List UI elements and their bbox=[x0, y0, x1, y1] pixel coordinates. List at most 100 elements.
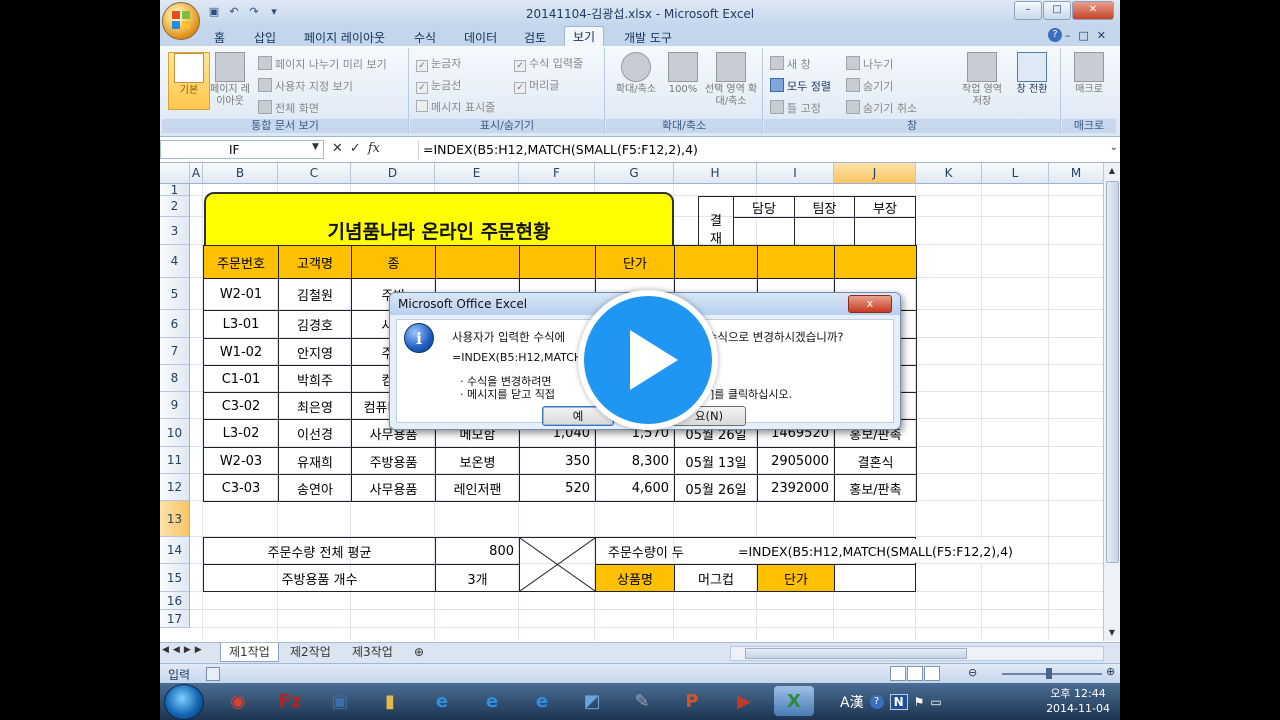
table-cell[interactable]: 홍보/판촉 bbox=[834, 474, 917, 502]
tab-insert[interactable]: 삽입 bbox=[246, 28, 284, 47]
table-cell[interactable]: 레인저팬 bbox=[435, 474, 520, 502]
table-cell[interactable]: 이선경 bbox=[278, 419, 352, 448]
count-label-cell[interactable]: 주방용품 개수 bbox=[203, 564, 436, 592]
minimize-button[interactable]: – bbox=[1014, 1, 1042, 20]
table-header-cell[interactable] bbox=[519, 245, 596, 279]
chevron-down-icon[interactable]: ▼ bbox=[312, 142, 319, 152]
row-header[interactable]: 13 bbox=[160, 501, 190, 537]
row-header[interactable]: 4 bbox=[160, 245, 190, 278]
zoom-slider-thumb[interactable] bbox=[1046, 668, 1052, 679]
approval-header[interactable]: 부장 bbox=[854, 196, 916, 218]
row-header[interactable]: 8 bbox=[160, 365, 190, 392]
table-cell[interactable]: 안지영 bbox=[278, 338, 352, 366]
column-header[interactable]: J bbox=[834, 163, 916, 184]
zoom-button[interactable]: 확대/축소 bbox=[610, 52, 662, 112]
table-cell[interactable]: 사무용품 bbox=[351, 474, 436, 502]
maximize-button[interactable]: □ bbox=[1043, 1, 1071, 20]
product-value-cell[interactable]: 머그컵 bbox=[674, 564, 758, 592]
chrome-icon[interactable]: ◉ bbox=[218, 686, 258, 716]
expand-formula-icon[interactable]: ⌄ bbox=[1110, 142, 1118, 153]
row-header[interactable]: 9 bbox=[160, 392, 190, 419]
column-header[interactable]: M bbox=[1049, 163, 1104, 184]
zoom-100-button[interactable]: 100% bbox=[664, 52, 702, 112]
insert-function-icon[interactable]: fx bbox=[368, 141, 380, 156]
monitor-icon[interactable]: ▣ bbox=[320, 686, 360, 716]
table-cell[interactable]: C3-03 bbox=[203, 474, 279, 502]
avg-label-cell[interactable]: 주문수량 전체 평균 bbox=[203, 537, 436, 565]
page-layout-icon[interactable] bbox=[907, 666, 923, 681]
table-cell[interactable]: 2392000 bbox=[757, 474, 835, 502]
table-cell[interactable]: 박희주 bbox=[278, 365, 352, 393]
formula-input[interactable]: =INDEX(B5:H12,MATCH(SMALL(F5:F12,2),4) bbox=[418, 140, 1106, 159]
help-tray-icon[interactable]: ? bbox=[869, 695, 884, 709]
close-button[interactable]: ✕ bbox=[1072, 1, 1114, 20]
table-cell[interactable]: 주방용품 bbox=[351, 447, 436, 475]
tab-data[interactable]: 데이터 bbox=[456, 28, 505, 47]
macros-button[interactable]: 매크로 bbox=[1068, 52, 1110, 112]
row-header[interactable]: 11 bbox=[160, 447, 190, 474]
column-header[interactable]: K bbox=[916, 163, 982, 184]
row-header[interactable]: 6 bbox=[160, 310, 190, 338]
video-play-button[interactable] bbox=[578, 290, 718, 430]
table-cell[interactable]: 2905000 bbox=[757, 447, 835, 475]
horizontal-scrollbar[interactable] bbox=[730, 646, 1104, 661]
price-value-cell[interactable] bbox=[834, 564, 916, 592]
headings-checkbox[interactable]: ✓ 머리글 bbox=[514, 78, 559, 94]
normal-view-icon[interactable] bbox=[890, 666, 906, 681]
table-cell[interactable]: 최은영 bbox=[278, 392, 352, 420]
tab-page-layout[interactable]: 페이지 레이아웃 bbox=[296, 28, 393, 47]
arrange-all-button[interactable]: 모두 정렬 bbox=[770, 78, 831, 94]
dialog-close-button[interactable]: x bbox=[848, 295, 892, 313]
powerpoint-icon[interactable]: P bbox=[672, 686, 712, 716]
enter-icon[interactable]: ✓ bbox=[350, 141, 368, 156]
freeze-panes-button[interactable]: 틀 고정 bbox=[770, 100, 821, 116]
table-cell[interactable]: L3-02 bbox=[203, 419, 279, 448]
h-scroll-thumb[interactable] bbox=[745, 648, 967, 659]
filezilla-icon[interactable]: Fz bbox=[270, 686, 310, 716]
cell-edit-formula[interactable]: =INDEX(B5:H12,MATCH(SMALL(F5:F12,2),4) bbox=[738, 539, 1028, 563]
start-button[interactable] bbox=[164, 684, 204, 720]
normal-view-button[interactable]: 기본 bbox=[168, 52, 210, 110]
sheet-nav-arrows[interactable]: ◀◀▶▶ bbox=[162, 645, 206, 655]
column-header[interactable]: H bbox=[674, 163, 757, 184]
row-header[interactable]: 15 bbox=[160, 564, 190, 592]
table-cell[interactable]: 8,300 bbox=[595, 447, 675, 475]
row-header[interactable]: 16 bbox=[160, 592, 190, 610]
table-header-cell[interactable] bbox=[757, 245, 835, 279]
table-cell[interactable]: 김철원 bbox=[278, 278, 352, 311]
table-cell[interactable]: 4,600 bbox=[595, 474, 675, 502]
scroll-down-icon[interactable]: ▼ bbox=[1104, 625, 1120, 641]
table-header-cell[interactable] bbox=[674, 245, 758, 279]
row-header[interactable]: 2 bbox=[160, 196, 190, 217]
column-header[interactable]: E bbox=[435, 163, 519, 184]
scroll-up-icon[interactable]: ▲ bbox=[1104, 163, 1120, 179]
macro-record-icon[interactable] bbox=[206, 667, 220, 681]
network-icon[interactable]: ▭ bbox=[930, 695, 941, 709]
row-header[interactable]: 1 bbox=[160, 183, 190, 197]
cancel-icon[interactable]: ✕ bbox=[332, 141, 350, 156]
window-icon[interactable]: ◩ bbox=[572, 686, 612, 716]
excel-icon[interactable]: X bbox=[774, 686, 814, 716]
column-header[interactable]: D bbox=[351, 163, 435, 184]
page-layout-view-button[interactable]: 페이지 레이아웃 bbox=[210, 52, 250, 108]
table-cell[interactable]: 결혼식 bbox=[834, 447, 917, 475]
table-header-cell[interactable]: 종 bbox=[351, 245, 436, 279]
zoom-slider[interactable] bbox=[1002, 673, 1102, 675]
message-bar-checkbox[interactable]: 메시지 표시줄 bbox=[416, 100, 495, 116]
table-cell[interactable]: C1-01 bbox=[203, 365, 279, 393]
page-break-preview-button[interactable]: 페이지 나누기 미리 보기 bbox=[258, 56, 387, 72]
ruler-checkbox[interactable]: ✓ 눈금자 bbox=[416, 56, 461, 72]
row-header[interactable]: 12 bbox=[160, 474, 190, 501]
table-cell[interactable]: 520 bbox=[519, 474, 596, 502]
switch-windows-button[interactable]: 창 전환 bbox=[1010, 52, 1054, 112]
table-cell[interactable]: L3-01 bbox=[203, 310, 279, 339]
vertical-scrollbar[interactable]: ▲ ▼ bbox=[1103, 163, 1120, 641]
tab-developer[interactable]: 개발 도구 bbox=[616, 28, 680, 47]
help-icon[interactable]: ? bbox=[1048, 28, 1062, 42]
row-header[interactable]: 17 bbox=[160, 610, 190, 628]
row-header[interactable]: 7 bbox=[160, 338, 190, 365]
sheet-tab-3[interactable]: 제3작업 bbox=[344, 643, 401, 661]
unhide-button[interactable]: 숨기기 취소 bbox=[846, 100, 917, 116]
column-header[interactable]: F bbox=[519, 163, 595, 184]
column-header[interactable]: C bbox=[278, 163, 351, 184]
